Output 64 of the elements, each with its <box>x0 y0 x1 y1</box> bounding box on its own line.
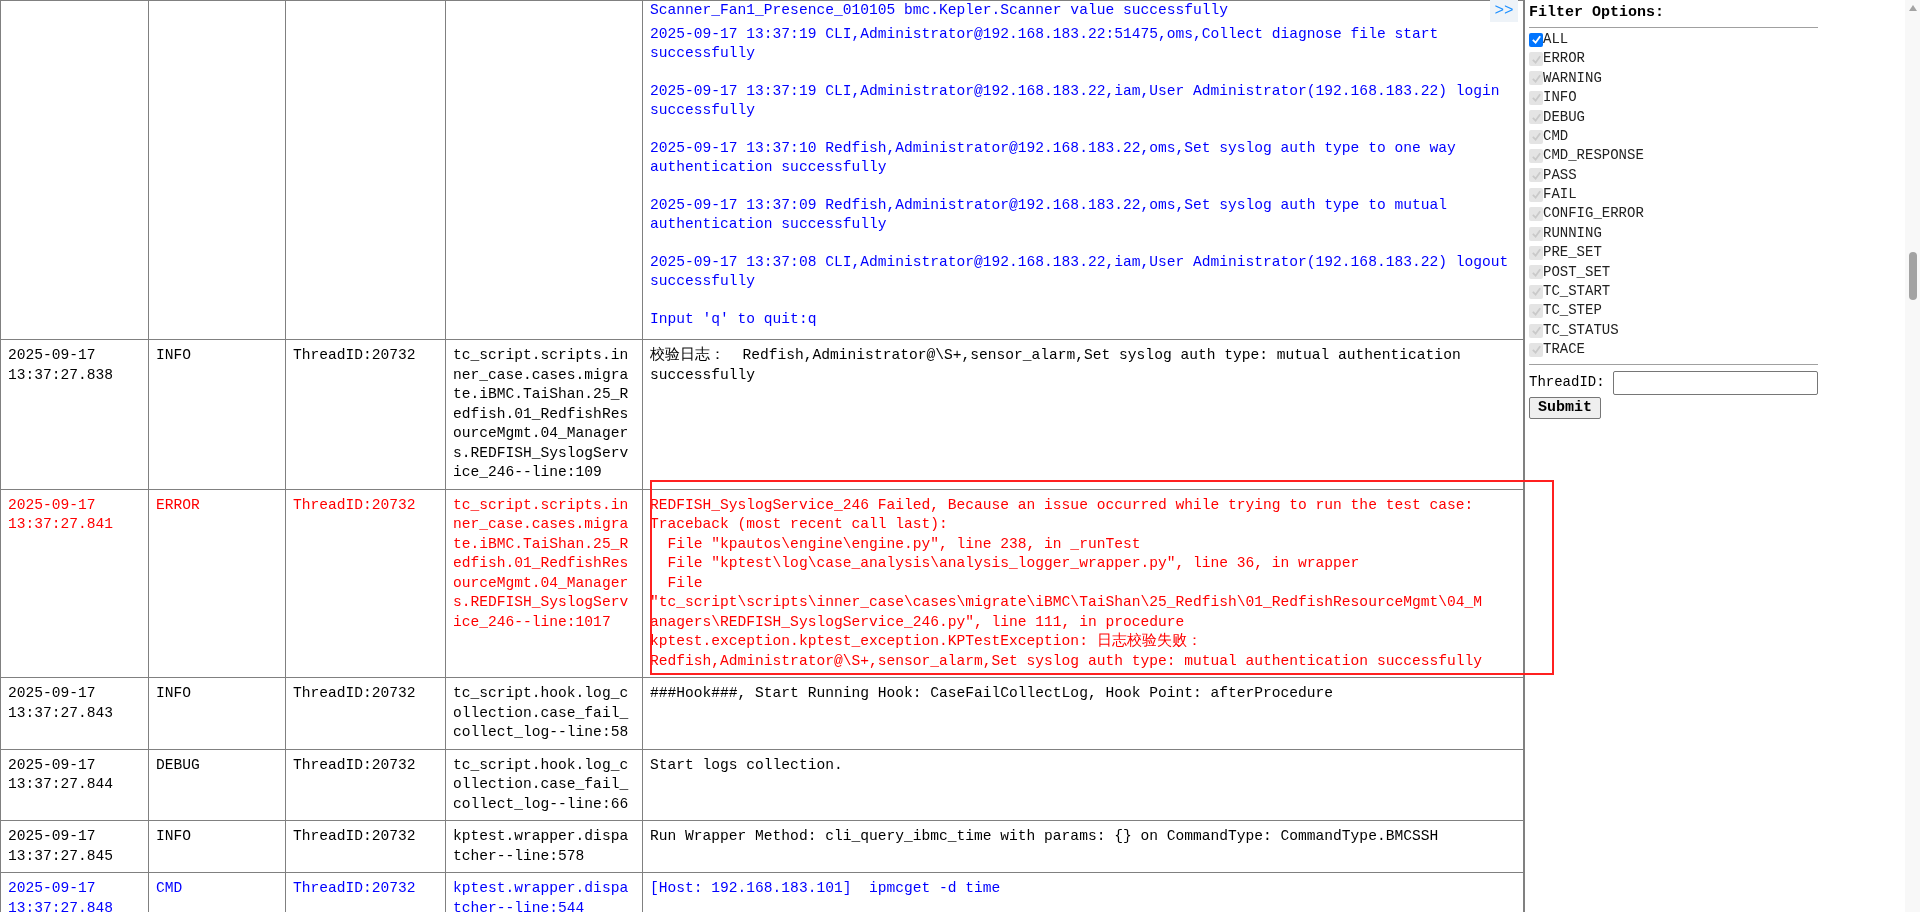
log-line: 2025-09-17 13:37:19 CLI,Administrator@192.168.183.22:51475,oms,Collect diagnose file start successfully <box>650 24 1440 63</box>
log-line: REDFISH_SyslogService_246 Failed, Because an issue occurred while trying to run the test case: <box>650 495 1474 515</box>
checkbox-label: TC_START <box>1543 282 1611 302</box>
table-cell: 2025-09-17 13:37:27.841 <box>0 489 149 678</box>
table-cell: ERROR <box>148 489 286 678</box>
table-cell: tc_script.scripts.inner_case.cases.migrate.iBMC.TaiShan.25_Redfish.01_RedfishResourceMgmt.04_Managers.REDFISH_SyslogService_246--line:109 <box>445 339 643 489</box>
panel-title: Filter Options: <box>1529 3 1666 23</box>
table-cell: INFO <box>148 677 286 749</box>
log-line: Start logs collection. <box>650 755 843 775</box>
table-cell: ThreadID:20732 <box>285 749 446 821</box>
log-line: 2025-09-17 13:37:10 Redfish,Administrator@192.168.183.22,oms,Set syslog auth type to one way authentication successfully <box>650 138 1457 177</box>
log-line: ###Hook###, Start Running Hook: CaseFailCollectLog, Hook Point: afterProcedure <box>650 684 1334 703</box>
table-cell: tc_script.hook.log_collection.case_fail_collect_log--line:66 <box>445 749 643 821</box>
checkbox-label: CMD_RESPONSE <box>1543 146 1644 166</box>
table-cell: ThreadID:20732 <box>285 339 446 489</box>
log-line: 2025-09-17 13:37:08 CLI,Administrator@192.168.183.22,iam,User Administrator(192.168.183.22) logout successfully <box>650 252 1510 291</box>
table-cell: INFO <box>148 820 286 873</box>
thread-id-field[interactable] <box>1612 370 1818 395</box>
log-line: Redfish,Administrator@\S+,sensor_alarm,Set syslog auth type: mutual authentication successfully <box>650 651 1482 671</box>
field-label: ThreadID: <box>1529 372 1605 392</box>
checkbox-label: TRACE <box>1543 340 1585 360</box>
log-line: 2025-09-17 13:37:19 CLI,Administrator@192.168.183.22,iam,User Administrator(192.168.183.22) login successfully <box>650 81 1501 120</box>
table-cell: DEBUG <box>148 749 286 821</box>
checkbox-label: PRE_SET <box>1543 243 1602 263</box>
checkbox-label: PASS <box>1543 165 1577 185</box>
log-line: Scanner_Fan1_Presence_010105 bmc.Kepler.Scanner value successfully <box>650 1 1228 20</box>
checkbox[interactable] <box>1529 32 1543 47</box>
log-line: File "kpautos\engine\engine.py", line 238, in _runTest <box>666 534 1141 554</box>
checkbox-label: WARNING <box>1543 68 1602 88</box>
log-line: [Host: 192.168.183.101] ipmcget -d time <box>650 879 1001 898</box>
table-cell: 2025-09-17 13:37:27.844 <box>0 749 149 821</box>
submit-button[interactable]: Submit <box>1529 396 1601 419</box>
checkbox-label: RUNNING <box>1543 223 1602 243</box>
checkbox-label: DEBUG <box>1543 107 1585 127</box>
checkbox-label: FAIL <box>1543 185 1577 205</box>
log-line: File "kptest\log\case_analysis\analysis_logger_wrapper.py", line 36, in wrapper <box>666 554 1360 573</box>
checkbox-label: TC_STATUS <box>1543 320 1619 340</box>
table-cell: INFO <box>148 339 286 489</box>
checkbox-label: POST_SET <box>1543 262 1611 282</box>
log-line: kptest.exception.kptest_exception.KPTestException: 日志校验失败： <box>650 632 1202 651</box>
checkbox-label: INFO <box>1543 88 1577 108</box>
log-line: File <box>666 573 703 593</box>
log-line: 2025-09-17 13:37:09 Redfish,Administrator@192.168.183.22,oms,Set syslog auth type to mutual authentication successfully <box>650 195 1448 234</box>
log-line: 校验日志： Redfish,Administrator@\S+,sensor_alarm,Set syslog auth type: mutual authentication successfully <box>650 346 1462 385</box>
table-cell: tc_script.hook.log_collection.case_fail_collect_log--line:58 <box>445 677 643 749</box>
table-cell: 2025-09-17 13:37:27.843 <box>0 677 149 749</box>
checkbox-label: TC_STEP <box>1543 301 1602 321</box>
table-cell: 2025-09-17 13:37:27.838 <box>0 339 149 489</box>
table-cell: kptest.wrapper.dispatcher--line:578 <box>445 820 643 873</box>
log-line: "tc_script\scripts\inner_case\cases\migrate\iBMC\TaiShan\25_Redfish\01_RedfishResourceMgmt\04_M <box>650 593 1482 612</box>
checkbox-label: ALL <box>1543 29 1569 49</box>
log-line: Run Wrapper Method: cli_query_ibmc_time with params: {} on CommandType: CommandType.BMCSSH <box>650 827 1439 846</box>
table-cell: ThreadID:20732 <box>285 489 446 678</box>
checkbox-label: ERROR <box>1543 49 1585 69</box>
table-cell: ThreadID:20732 <box>285 677 446 749</box>
table-cell: tc_script.scripts.inner_case.cases.migrate.iBMC.TaiShan.25_Redfish.01_RedfishResourceMgmt.04_Managers.REDFISH_SyslogService_246--line:1017 <box>445 489 643 678</box>
checkbox-label: CONFIG_ERROR <box>1543 204 1644 224</box>
log-line: Traceback (most recent call last): <box>650 515 948 534</box>
table-cell: 2025-09-17 13:37:27.848 <box>0 872 149 912</box>
log-line: Input 'q' to quit:q <box>650 309 817 329</box>
table-cell: 2025-09-17 13:37:27.845 <box>0 820 149 873</box>
table-cell: ThreadID:20732 <box>285 820 446 873</box>
checkbox-label: CMD <box>1543 126 1569 146</box>
log-line: anagers\REDFISH_SyslogService_246.py", line 111, in procedure <box>650 612 1185 632</box>
